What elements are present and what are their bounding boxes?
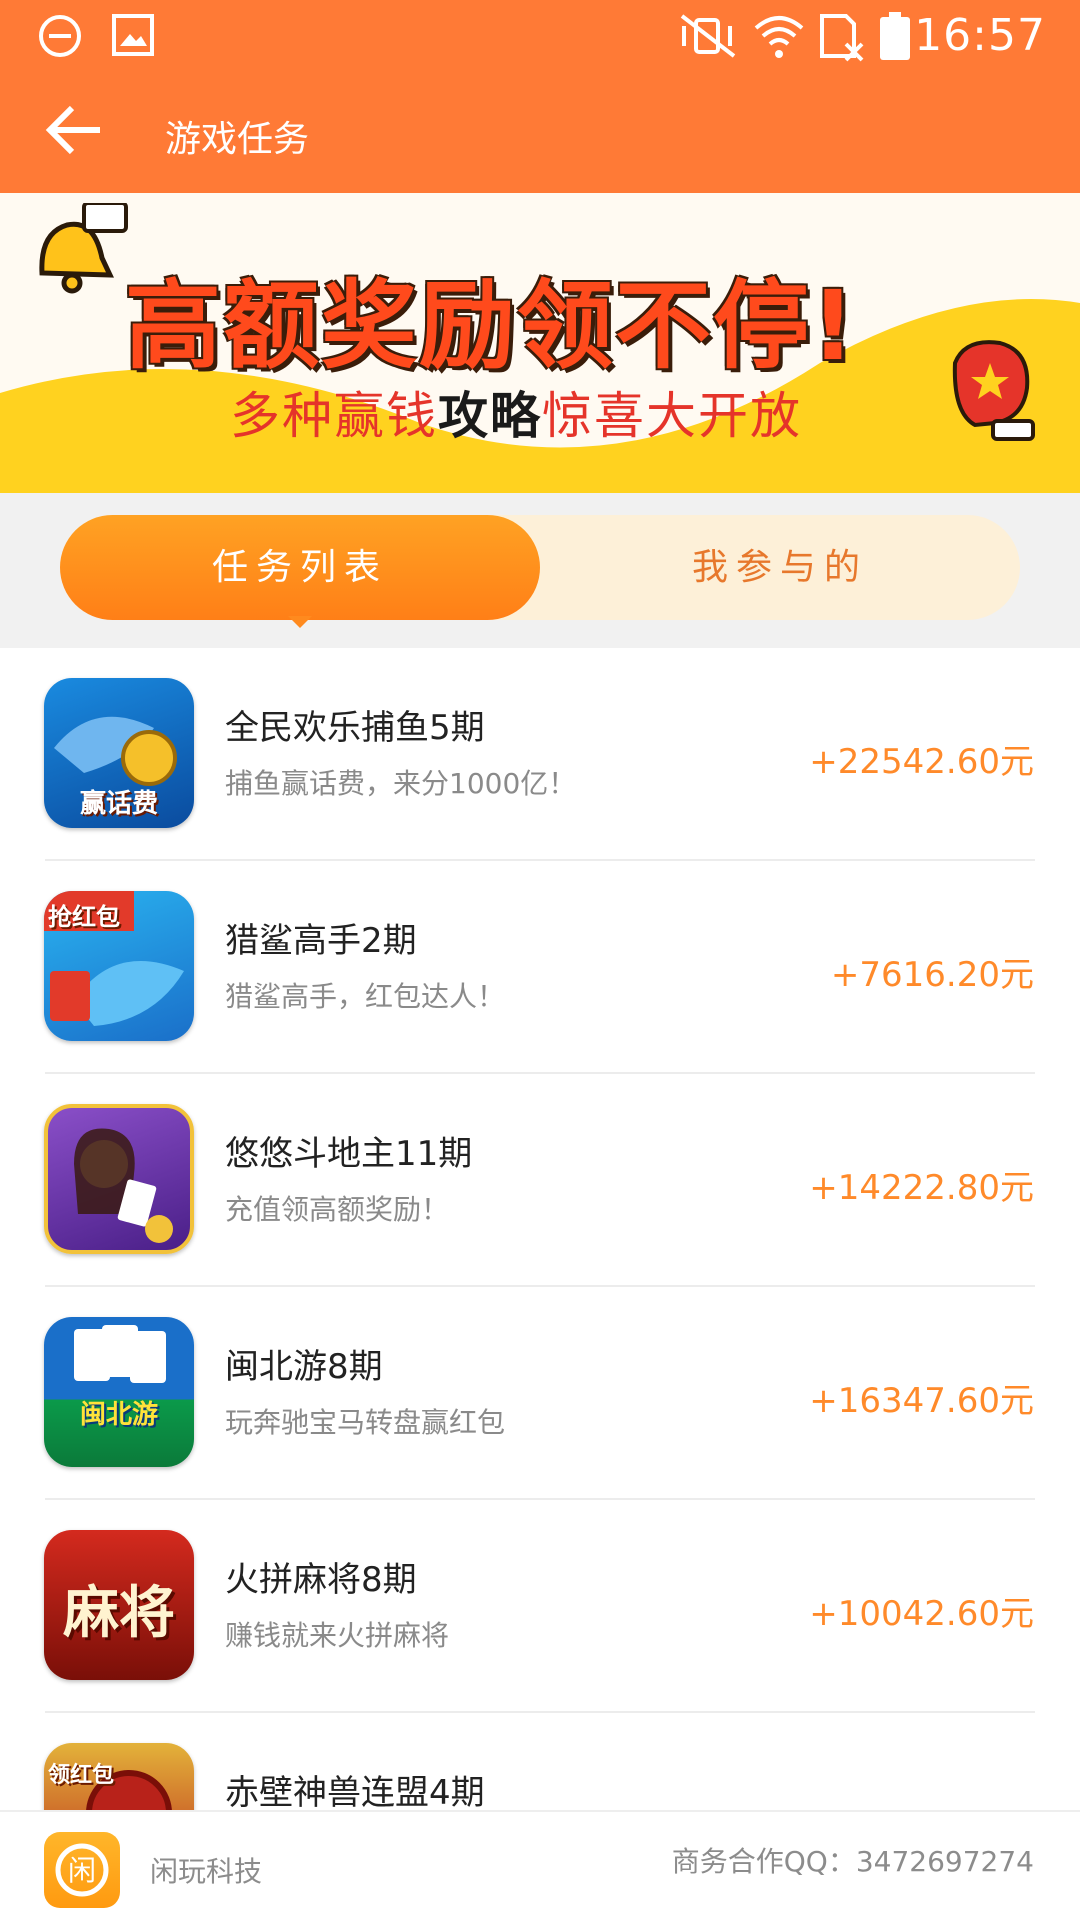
minus-circle-icon: [39, 15, 81, 57]
list-item[interactable]: 赢话费 全民欢乐捕鱼5期 捕鱼赢话费，来分1000亿！ +22542.60元: [0, 648, 1080, 861]
banner-headline: 高额奖励领不停!: [125, 270, 857, 382]
banner-subtitle-part1: 多种赢钱: [230, 387, 438, 445]
tab-my-participation[interactable]: 我参与的: [540, 515, 1020, 620]
list-item[interactable]: 抢红包 猎鲨高手2期 猎鲨高手，红包达人！ +7616.20元: [0, 861, 1080, 1074]
game-icon: 抢红包: [44, 891, 194, 1041]
svg-text:闲: 闲: [68, 1854, 96, 1887]
game-icon: 赢话费: [44, 678, 194, 828]
task-reward: +7616.20元: [830, 955, 1034, 995]
banner-subtitle-part2: 攻略: [438, 387, 542, 445]
company-logo: 闲: [44, 1832, 120, 1908]
active-tab-indicator: [288, 616, 312, 628]
task-list: 赢话费 全民欢乐捕鱼5期 捕鱼赢话费，来分1000亿！ +22542.60元 抢…: [0, 648, 1080, 1926]
cards-art: [74, 1325, 166, 1383]
list-item[interactable]: 悠悠斗地主11期 充值领高额奖励！ +14222.80元: [0, 1074, 1080, 1287]
company-name: 闲玩科技: [150, 1855, 263, 1888]
tab-task-list[interactable]: 任务列表: [60, 515, 540, 620]
promo-banner[interactable]: 高额奖励领不停! 多种赢钱攻略惊喜大开放: [0, 193, 1080, 493]
task-reward: +16347.60元: [809, 1381, 1034, 1421]
game-icon: 麻将: [44, 1530, 194, 1680]
no-sim-icon: [820, 14, 864, 62]
game-icon: [44, 1104, 194, 1254]
tab-bar: 任务列表 我参与的: [0, 493, 1080, 648]
task-description: 赚钱就来火拼麻将: [225, 1619, 450, 1652]
top-bar: 16:57 游戏任务: [0, 0, 1080, 193]
task-reward: +14222.80元: [809, 1168, 1034, 1208]
game-icon-label: 抢红包: [48, 903, 120, 931]
list-item[interactable]: 闽北游 闽北游8期 玩奔驰宝马转盘赢红包 +16347.60元: [0, 1287, 1080, 1500]
boxing-glove-icon: [952, 340, 1035, 441]
task-description: 玩奔驰宝马转盘赢红包: [225, 1406, 506, 1439]
task-name: 闽北游8期: [225, 1347, 383, 1387]
task-description: 充值领高额奖励！: [225, 1193, 450, 1226]
task-name: 猎鲨高手2期: [225, 921, 417, 961]
game-icon-label: 赢话费: [79, 789, 158, 819]
game-icon: 闽北游: [44, 1317, 194, 1467]
mute-vibrate-icon: [680, 14, 736, 58]
task-name: 火拼麻将8期: [225, 1560, 417, 1600]
business-contact[interactable]: 商务合作QQ：3472697274: [672, 1840, 1034, 1880]
task-description: 捕鱼赢话费，来分1000亿！: [225, 767, 577, 800]
task-name: 赤壁神兽连盟4期: [225, 1773, 485, 1813]
banner-subtitle: 多种赢钱攻略惊喜大开放: [230, 376, 802, 448]
task-description: 猎鲨高手，红包达人！: [225, 980, 506, 1013]
game-icon-label: 麻将: [63, 1581, 175, 1646]
list-item[interactable]: 麻将 火拼麻将8期 赚钱就来火拼麻将 +10042.60元: [0, 1500, 1080, 1713]
page-title: 游戏任务: [165, 119, 310, 160]
game-icon-label: 领红包: [48, 1763, 115, 1788]
task-name: 悠悠斗地主11期: [225, 1134, 473, 1174]
footer-bar: 闲 闲玩科技 商务合作QQ：3472697274: [0, 1810, 1080, 1922]
task-reward: +10042.60元: [809, 1594, 1034, 1634]
wifi-icon: [754, 16, 804, 58]
status-time: 16:57: [914, 10, 1046, 61]
bell-icon: [39, 203, 128, 294]
logo-mark: 闲: [55, 1843, 109, 1897]
game-icon-label: 闽北游: [79, 1400, 158, 1430]
banner-subtitle-part3: 惊喜大开放: [542, 387, 802, 445]
status-bar: 16:57: [0, 0, 1080, 75]
task-reward: +22542.60元: [809, 742, 1034, 782]
player-art: [74, 1128, 173, 1243]
task-name: 全民欢乐捕鱼5期: [225, 708, 485, 748]
battery-icon: [880, 12, 910, 60]
back-arrow-icon[interactable]: [44, 104, 104, 156]
image-icon: [112, 14, 154, 56]
